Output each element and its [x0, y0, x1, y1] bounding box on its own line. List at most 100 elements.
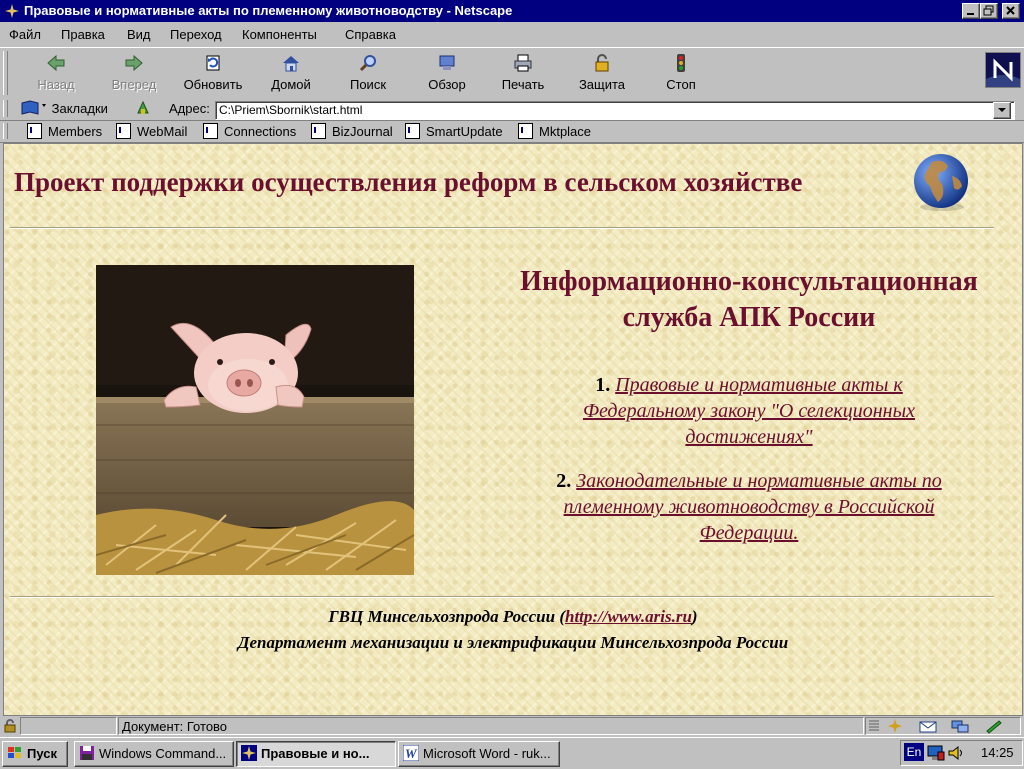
title-bar[interactable]: Правовые и нормативные акты по племенном…	[0, 0, 1024, 22]
bookmarks-button[interactable]: Закладки	[20, 100, 108, 118]
menu-bar: Файл Правка Вид Переход Компоненты Справ…	[0, 23, 1024, 45]
bookmark-page-icon	[405, 123, 420, 139]
task-netscape[interactable]: Правовые и но...	[236, 741, 396, 767]
guide-icon	[439, 55, 455, 70]
minimize-icon	[967, 13, 974, 15]
search-button[interactable]: Поиск	[331, 50, 405, 96]
security-button[interactable]: Защита	[565, 50, 639, 96]
close-button[interactable]	[1002, 3, 1020, 19]
home-button[interactable]: Домой	[254, 50, 328, 96]
svg-text:W: W	[405, 746, 418, 761]
piglet-photo	[96, 265, 414, 575]
security-lock-icon[interactable]	[2, 718, 18, 734]
list-item: 2. Законодательные и нормативные акты по…	[556, 470, 942, 544]
personal-link-connections[interactable]: Connections	[203, 123, 296, 139]
bookmark-page-icon	[518, 123, 533, 139]
reload-button[interactable]: Обновить	[176, 50, 250, 96]
chevron-down-icon	[998, 108, 1006, 112]
print-button[interactable]: Печать	[486, 50, 560, 96]
service-title: Информационно-консультационная служба АП…	[494, 264, 1004, 336]
link-selection-achievements-acts[interactable]: Правовые и нормативные акты к Федерально…	[583, 374, 915, 448]
bookmark-page-icon	[27, 123, 42, 139]
menu-help[interactable]: Справка	[345, 27, 396, 42]
windows-logo-icon	[8, 747, 21, 758]
personal-link-members[interactable]: Members	[27, 123, 102, 139]
lock-icon	[595, 54, 609, 72]
reload-icon	[206, 55, 220, 71]
mail-icon[interactable]	[918, 718, 938, 734]
menu-components[interactable]: Компоненты	[242, 27, 317, 42]
speaker-icon[interactable]	[947, 744, 965, 762]
monitor-icon[interactable]	[926, 744, 946, 762]
forward-button[interactable]: Вперед	[97, 50, 171, 96]
status-bar: Документ: Готово	[0, 716, 1024, 736]
personal-link-mktplace[interactable]: Mktplace	[518, 123, 591, 139]
service-title-line1: Информационно-консультационная	[520, 266, 978, 297]
clock: 14:25	[981, 745, 1014, 760]
menu-go[interactable]: Переход	[170, 27, 222, 42]
globe-icon	[914, 154, 968, 211]
bookmark-page-icon	[116, 123, 131, 139]
status-message-panel: Документ: Готово	[118, 717, 864, 735]
personal-toolbar: Members WebMail Connections BizJournal S…	[0, 121, 1024, 143]
system-tray: En 14:25	[900, 740, 1023, 766]
page-footer: ГВЦ Минсельхозпрода России (http://www.a…	[4, 604, 1022, 656]
back-arrow-icon	[47, 54, 65, 72]
toolbar-grip[interactable]	[3, 100, 8, 117]
restore-button[interactable]	[980, 3, 998, 19]
menu-file[interactable]: Файл	[9, 27, 41, 42]
menu-edit[interactable]: Правка	[61, 27, 105, 42]
address-dropdown-button[interactable]	[993, 102, 1011, 119]
stop-icon	[677, 54, 685, 72]
footer-line-2: Департамент механизации и электрификации…	[237, 633, 789, 652]
personal-link-smartupdate[interactable]: SmartUpdate	[405, 123, 503, 139]
back-button[interactable]: Назад	[19, 50, 93, 96]
page-heading: Проект поддержки осуществления реформ в …	[14, 167, 803, 197]
task-windows-command[interactable]: Windows Command...	[74, 741, 234, 767]
composer-icon[interactable]	[984, 718, 1004, 734]
toolbar-grip[interactable]	[3, 123, 8, 139]
language-indicator[interactable]: En	[904, 743, 924, 761]
footer-line-1: ГВЦ Минсельхозпрода России (http://www.a…	[328, 607, 698, 626]
discussion-icon[interactable]	[950, 718, 970, 734]
taskbar: Пуск Windows Command... Правовые и но...…	[0, 737, 1024, 769]
component-bar-grip-icon[interactable]	[868, 719, 880, 733]
navigator-icon[interactable]	[886, 718, 904, 734]
divider-top	[10, 227, 994, 229]
window-title: Правовые и нормативные акты по племенном…	[24, 3, 513, 18]
personal-link-webmail[interactable]: WebMail	[116, 123, 187, 139]
print-icon	[514, 54, 532, 72]
netscape-logo-icon	[986, 53, 1020, 87]
address-label: Адрес:	[169, 101, 210, 116]
netscape-throbber[interactable]	[985, 52, 1021, 88]
personal-link-bizjournal[interactable]: BizJournal	[311, 123, 393, 139]
restore-icon	[983, 5, 994, 16]
component-bar	[865, 717, 1021, 735]
service-title-line2: служба АПК России	[622, 302, 876, 333]
start-button[interactable]: Пуск	[2, 741, 68, 767]
floppy-disk-icon	[80, 746, 94, 760]
guide-button[interactable]: Обзор	[410, 50, 484, 96]
stop-button[interactable]: Стоп	[644, 50, 718, 96]
link-breeding-legislation[interactable]: Законодательные и нормативные акты по пл…	[564, 470, 942, 544]
toolbar-grip[interactable]	[3, 51, 8, 95]
address-input[interactable]: C:\Priem\Sbornik\start.html	[215, 101, 1015, 120]
netscape-app-icon	[241, 745, 257, 761]
aris-link[interactable]: http://www.aris.ru	[565, 607, 692, 626]
page-proxy-icon[interactable]	[135, 100, 151, 116]
task-microsoft-word[interactable]: W Microsoft Word - ruk...	[398, 741, 560, 767]
menu-view[interactable]: Вид	[127, 27, 151, 42]
page-content: Проект поддержки осуществления реформ в …	[3, 143, 1023, 716]
close-icon	[1006, 6, 1015, 15]
minimize-button[interactable]	[962, 3, 980, 19]
search-icon	[359, 55, 376, 72]
list-item: 1. Правовые и нормативные акты к Федерал…	[582, 374, 916, 448]
divider-bottom	[10, 596, 994, 598]
bookmark-page-icon	[311, 123, 326, 139]
bookmarks-icon	[21, 100, 46, 115]
navigation-toolbar: Назад Вперед Обновить Домой Поиск Обзор …	[0, 47, 1024, 99]
status-text: Документ: Готово	[122, 719, 228, 734]
word-icon: W	[403, 745, 419, 761]
bookmark-page-icon	[203, 123, 218, 139]
progress-bar	[20, 717, 117, 735]
